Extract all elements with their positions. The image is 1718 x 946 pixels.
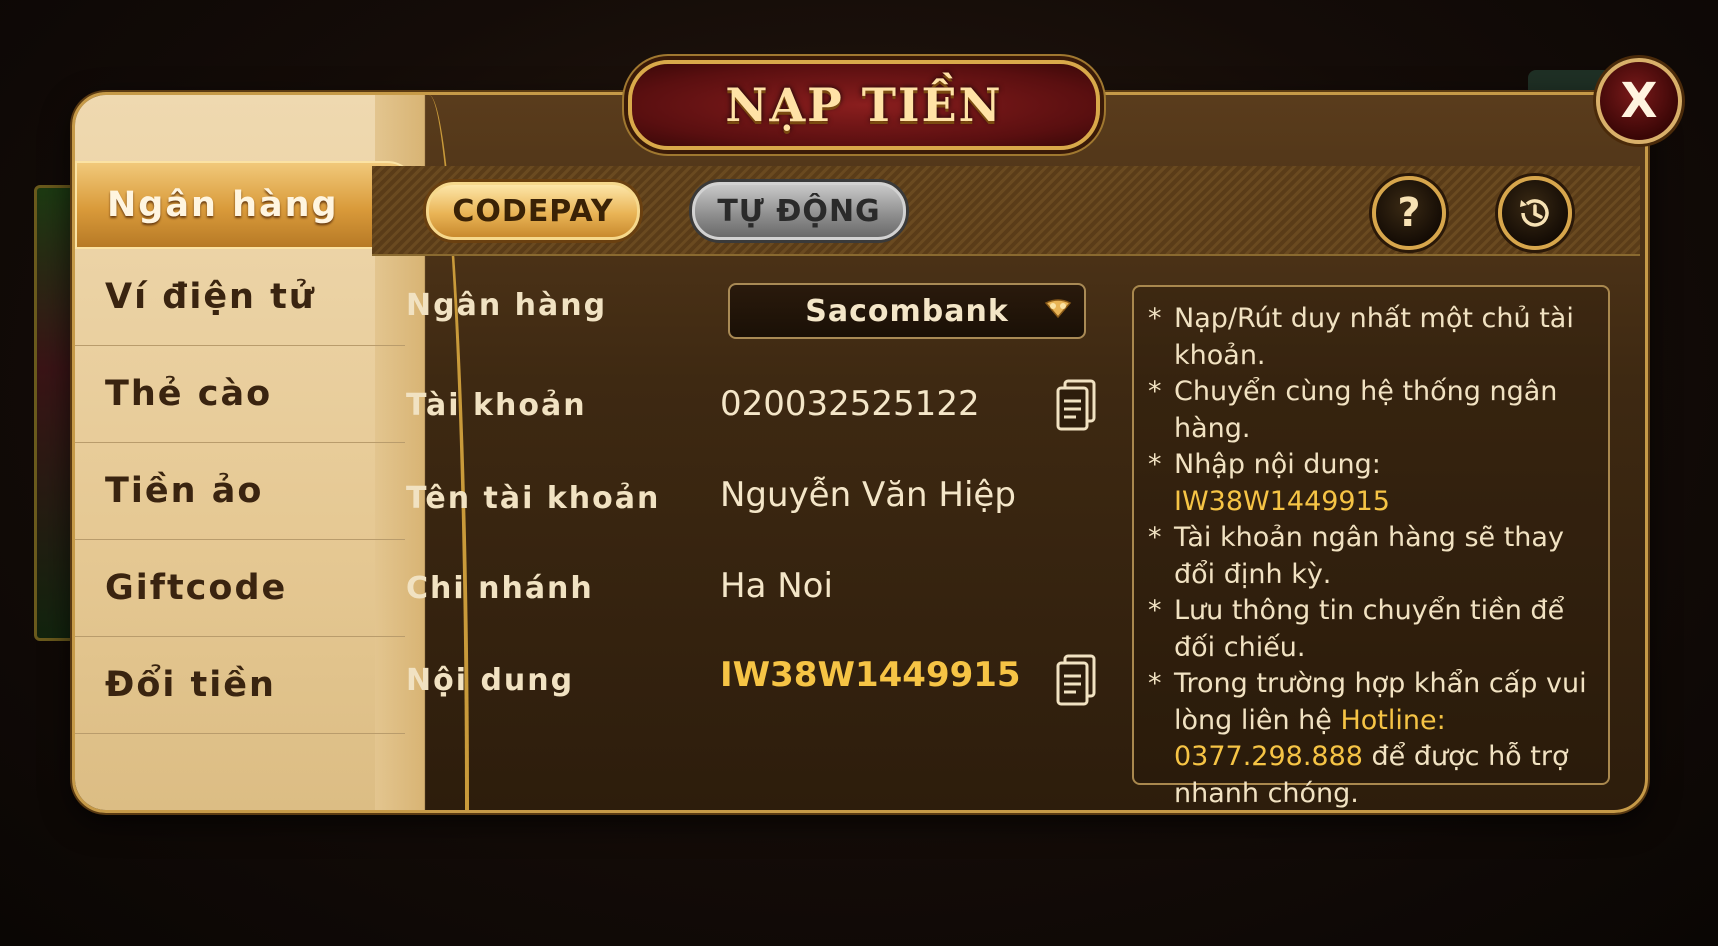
- tab-auto[interactable]: TỰ ĐỘNG: [692, 182, 906, 240]
- sidebar-menu: Ngân hàng Ví điện tử Thẻ cào Tiền ảo Gif…: [75, 161, 417, 734]
- account-name: Nguyễn Văn Hiệp: [720, 475, 1016, 515]
- history-icon: [1520, 199, 1549, 227]
- copy-content-icon[interactable]: [1056, 654, 1096, 706]
- transfer-content: IW38W1449915: [720, 655, 1021, 695]
- bank-label: Ngân hàng: [406, 288, 608, 323]
- page-title: NẠP TIỀN: [725, 78, 1003, 132]
- content-label: Nội dung: [406, 663, 575, 698]
- account-name-label: Tên tài khoản: [406, 481, 661, 516]
- instruction-item: * Nhập nội dung: IW38W1449915: [1148, 449, 1390, 517]
- history-button[interactable]: [1498, 176, 1572, 250]
- instruction-item: * Chuyển cùng hệ thống ngân hàng.: [1148, 376, 1558, 444]
- chevron-down-icon: [1044, 299, 1072, 319]
- sidebar-item-exchange[interactable]: Đổi tiền: [75, 637, 405, 734]
- sidebar-item-giftcode[interactable]: Giftcode: [75, 540, 405, 637]
- help-button[interactable]: ?: [1372, 176, 1446, 250]
- account-number: 020032525122: [720, 384, 980, 424]
- instructions-panel: * Nạp/Rút duy nhất một chủ tài khoản. * …: [1132, 285, 1610, 809]
- close-button[interactable]: X: [1596, 58, 1682, 144]
- content-code-highlight: IW38W1449915: [1174, 485, 1390, 517]
- title-plate: NẠP TIỀN: [628, 60, 1100, 150]
- instruction-item: * Trong trường hợp khẩn cấp vui lòng liê…: [1148, 668, 1587, 809]
- sidebar-item-bank[interactable]: Ngân hàng: [75, 161, 417, 249]
- account-label: Tài khoản: [406, 388, 587, 423]
- question-icon: ?: [1397, 190, 1421, 236]
- copy-account-icon[interactable]: [1056, 379, 1096, 431]
- bank-select-value: Sacombank: [805, 293, 1009, 329]
- instruction-item: * Lưu thông tin chuyển tiền để đối chiếu…: [1148, 595, 1565, 663]
- instruction-item: * Nạp/Rút duy nhất một chủ tài khoản.: [1148, 303, 1574, 371]
- branch-label: Chi nhánh: [406, 571, 594, 606]
- sidebar-item-crypto[interactable]: Tiền ảo: [75, 443, 405, 540]
- instruction-item: * Tài khoản ngân hàng sẽ thay đổi định k…: [1148, 522, 1564, 590]
- tab-codepay[interactable]: CODEPAY: [426, 182, 640, 240]
- sidebar-item-e-wallet[interactable]: Ví điện tử: [75, 249, 405, 346]
- bank-select[interactable]: Sacombank: [728, 283, 1086, 339]
- sidebar-item-scratch-card[interactable]: Thẻ cào: [75, 346, 405, 443]
- branch-value: Ha Noi: [720, 566, 833, 606]
